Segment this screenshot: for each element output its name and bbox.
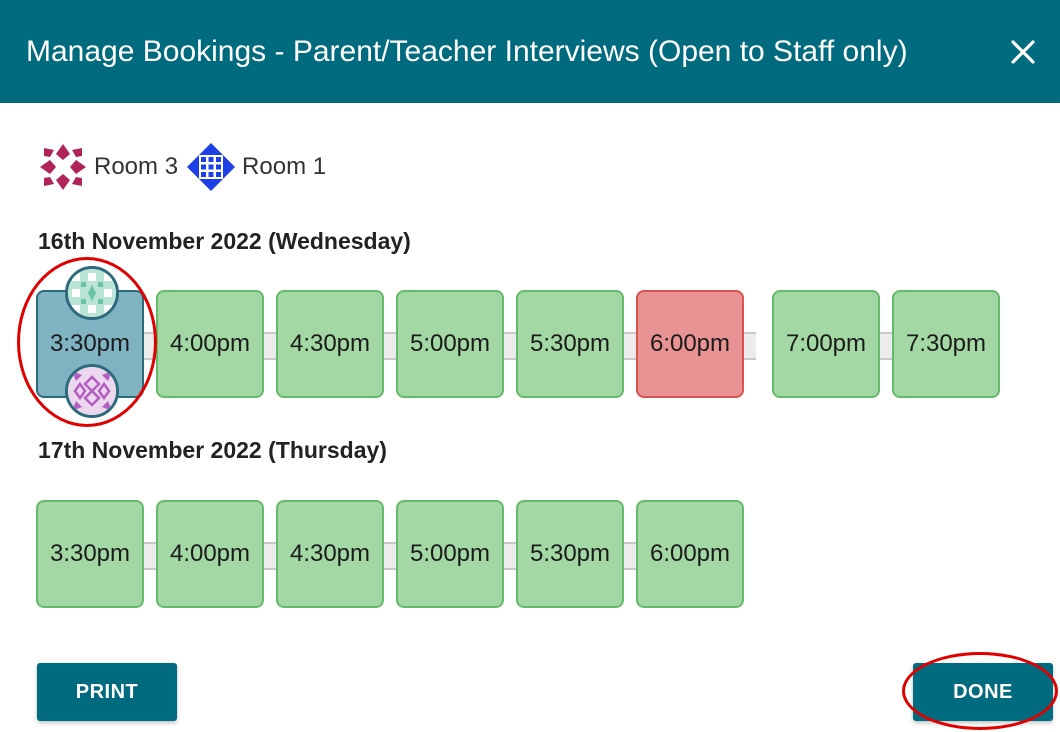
time-slot-available[interactable]: 7:00pm	[772, 290, 880, 398]
time-slot-available[interactable]: 6:00pm	[636, 500, 744, 608]
room-3-badge-icon	[65, 266, 119, 320]
slot-time: 5:30pm	[529, 330, 611, 357]
print-button[interactable]: PRINT	[37, 663, 177, 721]
weekday-text: (Wednesday)	[268, 228, 411, 254]
slot-time: 6:00pm	[649, 540, 731, 567]
time-slot-available[interactable]: 5:00pm	[396, 500, 504, 608]
manage-bookings-dialog: Manage Bookings - Parent/Teacher Intervi…	[0, 0, 1060, 732]
time-slot-available[interactable]: 5:00pm	[396, 290, 504, 398]
slot-time: 5:30pm	[529, 540, 611, 567]
time-slots-thursday: 3:30pm 4:00pm 4:30pm 5:00pm 5:30pm 6:00p…	[36, 500, 756, 614]
slot-time: 4:30pm	[289, 330, 371, 357]
date-heading-wednesday: 16th November 2022 (Wednesday)	[38, 228, 411, 255]
slot-time: 7:00pm	[785, 330, 867, 357]
slot-time: 5:00pm	[409, 330, 491, 357]
time-slot-available[interactable]: 5:30pm	[516, 290, 624, 398]
weekday-text: (Thursday)	[268, 437, 387, 463]
close-icon	[1011, 40, 1035, 64]
slot-time: 6:00pm	[649, 330, 731, 357]
slot-time: 3:30pm	[49, 330, 131, 357]
close-button[interactable]	[1003, 30, 1043, 74]
legend-item-room-3: Room 3	[36, 140, 178, 194]
slot-time: 7:30pm	[905, 330, 987, 357]
room-1-pattern-icon	[187, 143, 236, 191]
room-3-pattern-icon	[40, 144, 86, 190]
date-text: 16th November 2022	[38, 228, 262, 254]
legend-label-room-3: Room 3	[94, 153, 179, 180]
time-slot-booked[interactable]: 3:30pm	[36, 266, 144, 418]
time-slot-available[interactable]: 4:00pm	[156, 500, 264, 608]
time-slot-available[interactable]: 7:30pm	[892, 290, 1000, 398]
time-slot-available[interactable]: 4:30pm	[276, 290, 384, 398]
legend-label-room-1: Room 1	[242, 153, 327, 180]
time-slot-unavailable[interactable]: 6:00pm	[636, 290, 744, 398]
date-heading-thursday: 17th November 2022 (Thursday)	[38, 437, 387, 464]
dialog-title: Manage Bookings - Parent/Teacher Intervi…	[26, 35, 908, 68]
room-1-badge-icon	[65, 364, 119, 418]
slot-time: 4:00pm	[169, 540, 251, 567]
time-slots-wednesday: 3:30pm 4:00pm 4:30pm 5:00pm 5:30pm 6:00p…	[36, 266, 1006, 418]
dialog-header: Manage Bookings - Parent/Teacher Intervi…	[0, 0, 1060, 103]
done-button[interactable]: DONE	[913, 663, 1053, 721]
slot-time: 3:30pm	[49, 540, 131, 567]
slot-time: 4:00pm	[169, 330, 251, 357]
time-slot-available[interactable]: 3:30pm	[36, 500, 144, 608]
date-text: 17th November 2022	[38, 437, 262, 463]
time-slot-available[interactable]: 4:30pm	[276, 500, 384, 608]
time-slot-available[interactable]: 5:30pm	[516, 500, 624, 608]
legend-item-room-1: Room 1	[184, 140, 326, 194]
slot-time: 5:00pm	[409, 540, 491, 567]
room-legend: Room 3 Room 1	[36, 142, 332, 192]
slot-time: 4:30pm	[289, 540, 371, 567]
time-slot-available[interactable]: 4:00pm	[156, 290, 264, 398]
